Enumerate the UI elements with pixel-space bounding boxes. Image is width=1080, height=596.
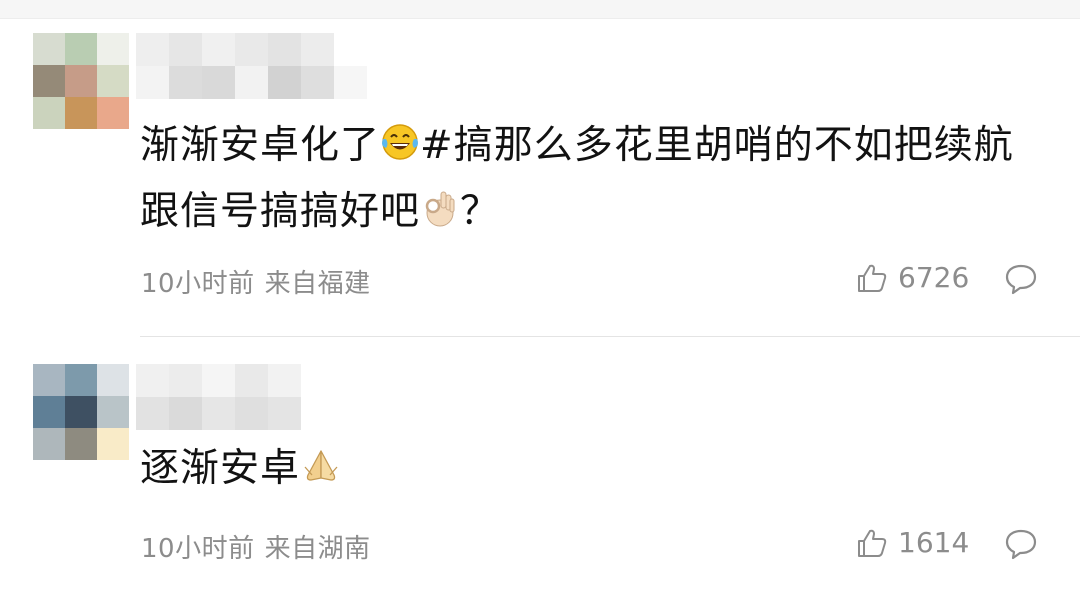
comment-text-part: 渐渐安卓化了 <box>140 123 381 168</box>
username-pixel <box>202 397 235 430</box>
username-pixel <box>268 397 301 430</box>
username-blurred[interactable] <box>136 364 301 430</box>
avatar-pixel <box>33 396 65 428</box>
username-pixel <box>235 397 268 430</box>
like-count: 6726 <box>898 261 970 294</box>
avatar-pixel <box>65 97 97 129</box>
comment-meta: 10小时前 来自湖南 <box>141 528 371 565</box>
username-pixel <box>334 33 367 66</box>
username-pixel <box>202 364 235 397</box>
like-button[interactable]: 6726 <box>856 261 969 294</box>
avatar-pixel <box>97 396 129 428</box>
username-pixel <box>268 66 301 99</box>
username-pixel <box>136 33 169 66</box>
avatar-pixel <box>97 364 129 396</box>
username-pixel <box>268 33 301 66</box>
comment-location: 来自湖南 <box>264 534 371 564</box>
comment-meta: 10小时前 来自福建 <box>141 263 371 300</box>
username-pixel <box>202 33 235 66</box>
avatar-pixel <box>97 428 129 460</box>
avatar-pixel <box>33 428 65 460</box>
username-pixel <box>169 364 202 397</box>
avatar-pixel <box>65 428 97 460</box>
avatar-pixel <box>65 364 97 396</box>
avatar-pixel <box>65 65 97 97</box>
username-blurred[interactable] <box>136 33 367 99</box>
avatar[interactable] <box>33 364 129 460</box>
username-pixel <box>334 66 367 99</box>
comment-time: 10小时前 <box>141 534 255 564</box>
avatar-pixel <box>65 33 97 65</box>
folded-hands-emoji-icon <box>300 442 342 504</box>
like-count: 1614 <box>898 526 970 559</box>
avatar-pixel <box>97 65 129 97</box>
username-text <box>136 33 137 34</box>
username-pixel <box>202 66 235 99</box>
reply-button[interactable] <box>1004 528 1038 564</box>
username-pixel <box>235 33 268 66</box>
comment-item: 渐渐安卓化了 #搞那么多花里胡哨的不如把续航跟信号搞搞好吧 ？ 10小时前 来自福… <box>0 18 1080 336</box>
top-strip <box>0 0 1080 19</box>
username-pixel <box>136 66 169 99</box>
like-button[interactable]: 1614 <box>856 526 969 559</box>
username-pixel <box>169 33 202 66</box>
comment-text: 渐渐安卓化了 #搞那么多花里胡哨的不如把续航跟信号搞搞好吧 ？ <box>140 115 1040 247</box>
thumbs-up-icon <box>858 264 887 292</box>
ok-hand-emoji-icon <box>420 185 460 247</box>
username-pixel <box>301 33 334 66</box>
avatar-pixel <box>33 33 65 65</box>
avatar-pixel <box>97 33 129 65</box>
laughing-tears-emoji-icon <box>380 119 420 181</box>
username-pixel <box>301 66 334 99</box>
avatar-pixel <box>33 97 65 129</box>
avatar-pixel <box>33 65 65 97</box>
reply-button[interactable] <box>1004 263 1038 299</box>
username-pixel <box>136 364 169 397</box>
avatar-pixel <box>65 396 97 428</box>
comment-text-part: 逐渐安卓 <box>140 446 301 491</box>
comment-location: 来自福建 <box>264 269 371 299</box>
username-text <box>136 364 137 365</box>
username-pixel <box>235 364 268 397</box>
comment-text: 逐渐安卓 <box>140 438 1040 504</box>
username-pixel <box>235 66 268 99</box>
username-pixel <box>169 66 202 99</box>
comment-time: 10小时前 <box>141 269 255 299</box>
username-pixel <box>268 364 301 397</box>
avatar[interactable] <box>33 33 129 129</box>
comment-item: 逐渐安卓 10小时前 来自湖南 1614 <box>0 337 1080 596</box>
username-pixel <box>136 397 169 430</box>
comment-bubble-icon <box>1005 529 1037 560</box>
username-pixel <box>169 397 202 430</box>
comment-bubble-icon <box>1005 264 1037 295</box>
avatar-pixel <box>97 97 129 129</box>
comment-text-part: ？ <box>460 189 501 234</box>
avatar-pixel <box>33 364 65 396</box>
thumbs-up-icon <box>858 529 887 557</box>
